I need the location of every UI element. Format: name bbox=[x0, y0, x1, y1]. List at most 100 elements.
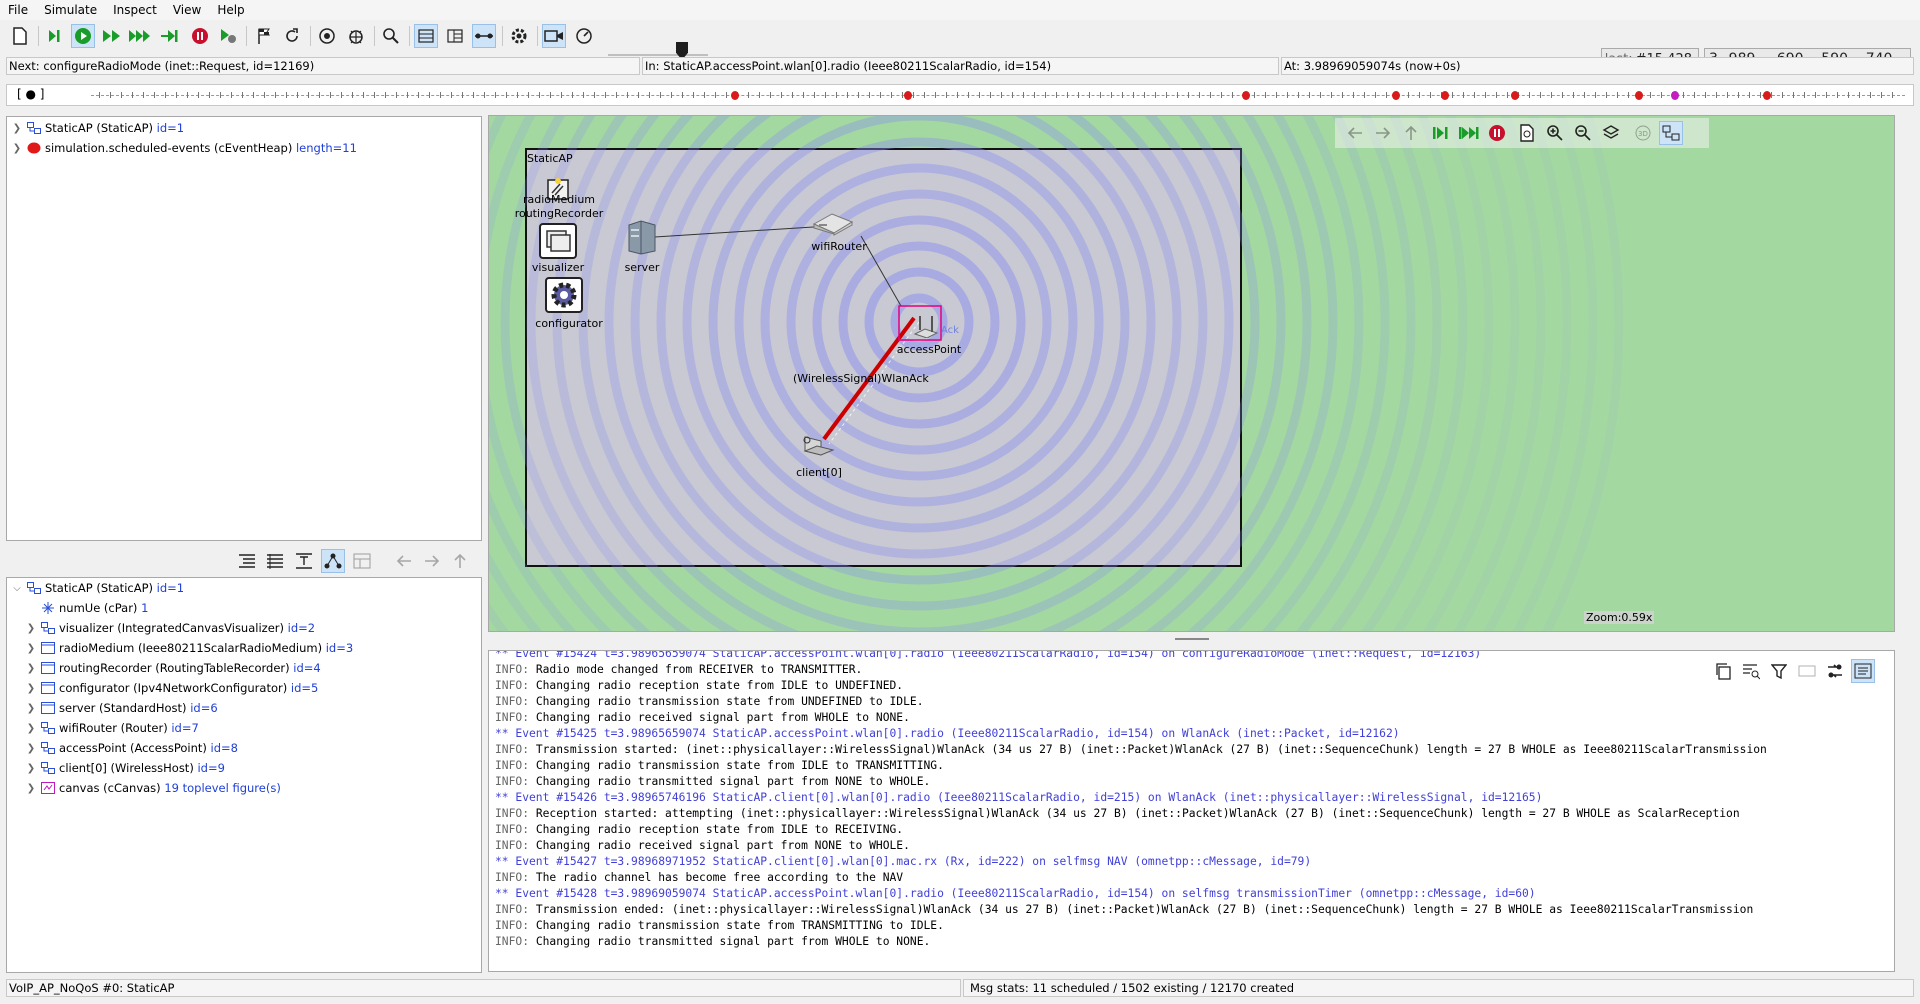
timeline-tick bbox=[1012, 92, 1013, 98]
chevron-right-icon[interactable]: ❯ bbox=[11, 123, 23, 134]
tree-row-scheduled-events[interactable]: ❯ simulation.scheduled-events (cEventHea… bbox=[11, 139, 357, 157]
module-tree-item[interactable]: numUe (cPar) 1 bbox=[25, 599, 148, 617]
stop-icon[interactable] bbox=[188, 24, 212, 48]
chevron-right-icon[interactable]: ❯ bbox=[25, 683, 37, 694]
timeline-event-marker[interactable] bbox=[1635, 91, 1643, 100]
zoom-out-icon[interactable] bbox=[1571, 121, 1595, 145]
step-module-icon[interactable] bbox=[1429, 121, 1453, 145]
messages-mode-icon[interactable] bbox=[1823, 659, 1847, 683]
server-icon[interactable] bbox=[627, 219, 657, 255]
module-tree-root[interactable]: ⌵ StaticAP (StaticAP) id=1 bbox=[11, 579, 184, 597]
chevron-right-icon[interactable]: ❯ bbox=[11, 143, 23, 154]
log-mode-icon[interactable] bbox=[1851, 659, 1875, 683]
tree-view-icon[interactable] bbox=[321, 549, 345, 573]
run-icon[interactable] bbox=[71, 24, 95, 48]
wifi-router-icon[interactable] bbox=[811, 210, 855, 236]
copy-icon[interactable] bbox=[1711, 659, 1735, 683]
express-run-icon[interactable] bbox=[128, 24, 152, 48]
splitter-handle[interactable] bbox=[1175, 638, 1209, 640]
fast-module-icon[interactable] bbox=[1457, 121, 1481, 145]
module-tree-item[interactable]: ❯ configurator (Ipv4NetworkConfigurator) … bbox=[25, 679, 319, 697]
timeline-event-marker[interactable] bbox=[731, 91, 739, 100]
chevron-right-icon[interactable]: ❯ bbox=[25, 703, 37, 714]
horizontal-layout-icon[interactable] bbox=[472, 24, 496, 48]
run-until-icon[interactable] bbox=[158, 24, 182, 48]
bottom-status-bar: VoIP_AP_NoQoS #0: StaticAP Msg stats: 11… bbox=[6, 979, 1914, 999]
timeline-event-marker[interactable] bbox=[1392, 91, 1400, 100]
module-tree-item[interactable]: ❯ client[0] (WirelessHost) id=9 bbox=[25, 759, 225, 777]
search-icon[interactable] bbox=[379, 24, 403, 48]
find-objects-icon[interactable] bbox=[1515, 121, 1539, 145]
timeline-event-marker[interactable] bbox=[1441, 91, 1449, 100]
chevron-right-icon[interactable]: ❯ bbox=[25, 643, 37, 654]
step-icon[interactable] bbox=[42, 24, 66, 48]
list-view-icon[interactable] bbox=[263, 549, 287, 573]
menu-help[interactable]: Help bbox=[209, 3, 252, 17]
chevron-right-icon[interactable]: ❯ bbox=[25, 783, 37, 794]
layout-toggle-icon[interactable] bbox=[443, 24, 467, 48]
forward-arrow-icon[interactable] bbox=[1371, 121, 1395, 145]
menu-inspect[interactable]: Inspect bbox=[105, 3, 165, 17]
menu-file[interactable]: File bbox=[0, 3, 36, 17]
client-laptop-icon[interactable] bbox=[801, 433, 835, 463]
up-arrow-icon[interactable] bbox=[1399, 121, 1423, 145]
module-tree-item[interactable]: ❯ canvas (cCanvas) 19 toplevel figure(s) bbox=[25, 779, 281, 797]
record-icon[interactable] bbox=[315, 24, 339, 48]
video-record-icon[interactable] bbox=[542, 24, 566, 48]
timeline-event-marker[interactable] bbox=[1511, 91, 1519, 100]
access-point-icon[interactable] bbox=[911, 310, 941, 339]
module-tree-item[interactable]: ❯ accessPoint (AccessPoint) id=8 bbox=[25, 739, 238, 757]
module-tree-item[interactable]: ❯ server (StandardHost) id=6 bbox=[25, 699, 218, 717]
timeline-event-marker[interactable] bbox=[1763, 91, 1771, 100]
timeline-toggle-icon[interactable] bbox=[414, 24, 438, 48]
debug-icon[interactable] bbox=[344, 24, 368, 48]
chevron-right-icon[interactable]: ❯ bbox=[25, 623, 37, 634]
chevron-down-icon[interactable]: ⌵ bbox=[11, 583, 23, 594]
chevron-right-icon[interactable]: ❯ bbox=[25, 723, 37, 734]
module-tree-item[interactable]: ❯ wifiRouter (Router) id=7 bbox=[25, 719, 199, 737]
stop-module-icon[interactable] bbox=[1485, 121, 1509, 145]
visualizer-icon[interactable] bbox=[538, 222, 578, 260]
preferences-gear-icon[interactable] bbox=[507, 24, 531, 48]
layers-icon[interactable] bbox=[1599, 121, 1623, 145]
debug-next-icon[interactable] bbox=[216, 24, 240, 48]
timeline-tick bbox=[1628, 92, 1629, 98]
chevron-right-icon[interactable]: ❯ bbox=[25, 663, 37, 674]
timeline-event-marker[interactable] bbox=[1242, 91, 1250, 100]
event-timeline[interactable]: [ ● ] bbox=[6, 84, 1914, 106]
timeline-event-marker[interactable] bbox=[1671, 91, 1679, 100]
collapse-icon[interactable] bbox=[235, 549, 259, 573]
module-tree-item[interactable]: ❯ routingRecorder (RoutingTableRecorder) … bbox=[25, 659, 321, 677]
timeline-tick bbox=[1089, 92, 1090, 98]
up-arrow-icon[interactable] bbox=[448, 549, 472, 573]
timeline-event-marker[interactable] bbox=[904, 91, 912, 100]
speedometer-icon[interactable] bbox=[572, 24, 596, 48]
rebuild-icon[interactable] bbox=[280, 24, 304, 48]
module-tree-item[interactable]: ❯ radioMedium (Ieee80211ScalarRadioMedium… bbox=[25, 639, 353, 657]
new-file-icon[interactable] bbox=[8, 24, 32, 48]
menu-view[interactable]: View bbox=[165, 3, 209, 17]
configurator-gear-icon[interactable] bbox=[544, 276, 584, 314]
back-arrow-icon[interactable] bbox=[392, 549, 416, 573]
inheritance-view-icon[interactable] bbox=[350, 549, 374, 573]
timeline-tick bbox=[946, 92, 947, 98]
canvas-mode-icon[interactable] bbox=[1659, 121, 1683, 145]
fast-run-icon[interactable] bbox=[100, 24, 124, 48]
network-canvas[interactable]: StaticAP radioMedium routingRecorder vis… bbox=[488, 115, 1895, 632]
zoom-in-icon[interactable] bbox=[1543, 121, 1567, 145]
settings-log-icon[interactable] bbox=[1795, 659, 1819, 683]
find-log-icon[interactable] bbox=[1739, 659, 1763, 683]
3d-view-icon[interactable]: 3D bbox=[1631, 121, 1655, 145]
flag-icon[interactable] bbox=[252, 24, 276, 48]
chevron-right-icon[interactable]: ❯ bbox=[25, 743, 37, 754]
tree-row-staticap[interactable]: ❯ StaticAP (StaticAP) id=1 bbox=[11, 119, 184, 137]
timeline-tick bbox=[1837, 92, 1838, 98]
filter-icon[interactable] bbox=[1767, 659, 1791, 683]
text-view-icon[interactable] bbox=[292, 549, 316, 573]
module-icon bbox=[41, 642, 55, 654]
menu-simulate[interactable]: Simulate bbox=[36, 3, 105, 17]
back-arrow-icon[interactable] bbox=[1343, 121, 1367, 145]
forward-arrow-icon[interactable] bbox=[420, 549, 444, 573]
chevron-right-icon[interactable]: ❯ bbox=[25, 763, 37, 774]
module-tree-item[interactable]: ❯ visualizer (IntegratedCanvasVisualizer)… bbox=[25, 619, 315, 637]
